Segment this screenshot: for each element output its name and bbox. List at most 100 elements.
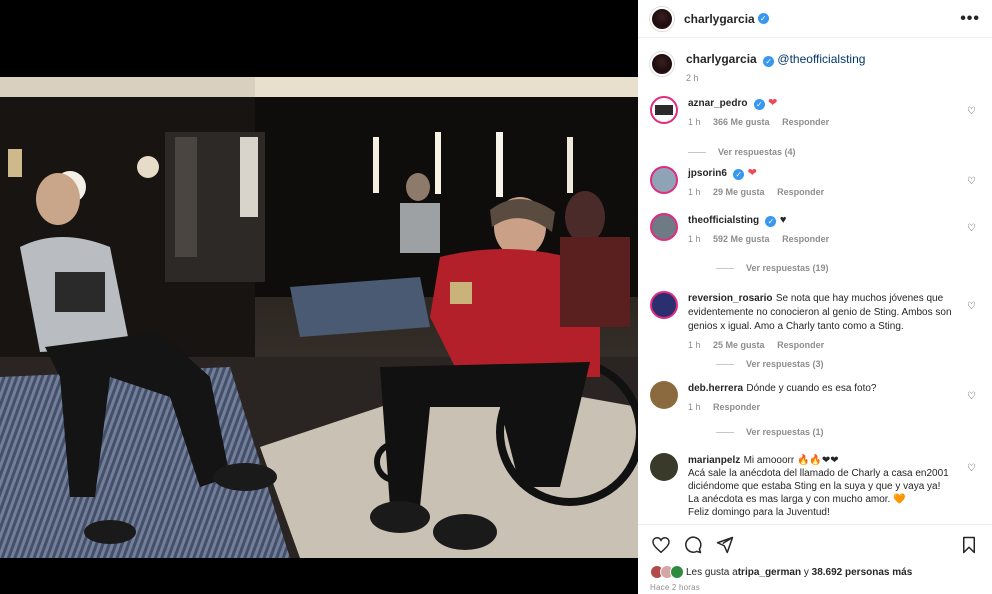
- reply-button[interactable]: Responder: [713, 402, 760, 412]
- post-header: charlygarcia ✓ •••: [638, 0, 992, 38]
- post-photo-illustration: [0, 77, 638, 558]
- comment-likes[interactable]: 29 Me gusta: [713, 187, 765, 197]
- commenter-avatar[interactable]: [650, 213, 678, 241]
- comment-text: ❤: [768, 97, 778, 109]
- view-replies-line: [716, 267, 734, 269]
- view-replies-label: Ver respuestas (1): [746, 427, 824, 437]
- caption-author-avatar[interactable]: [650, 52, 674, 76]
- comment-meta: 1 h 592 Me gusta Responder: [688, 233, 958, 246]
- view-replies-label: Ver respuestas (4): [718, 147, 796, 157]
- like-comment-icon[interactable]: ♡: [967, 301, 976, 312]
- comment-text-line: Acá sale la anécdota del llamado de Char…: [688, 468, 949, 492]
- caption-meta: 2 h: [686, 73, 865, 83]
- like-comment-icon[interactable]: ♡: [967, 391, 976, 402]
- comment-time[interactable]: 1 h: [688, 117, 701, 127]
- likes-summary: Les gusta a tripa_german y 38.692 person…: [650, 565, 980, 579]
- comment-username[interactable]: jpsorin6: [688, 168, 727, 179]
- commenter-avatar[interactable]: [650, 166, 678, 194]
- comment-likes[interactable]: 592 Me gusta: [713, 234, 770, 244]
- comment-username[interactable]: theofficialsting: [688, 215, 759, 226]
- comment-username[interactable]: reversion_rosario: [688, 293, 773, 304]
- reply-button[interactable]: Responder: [782, 234, 829, 244]
- post-photo[interactable]: [0, 77, 638, 558]
- view-replies-line: [716, 363, 734, 365]
- comment-body: jpsorin6 ✓ ❤ 1 h 29 Me gusta Responder: [688, 166, 958, 213]
- post-time-ago[interactable]: Hace 2 horas: [650, 583, 980, 592]
- post-media-area: [0, 0, 638, 594]
- like-comment-icon[interactable]: ♡: [967, 463, 976, 474]
- comment-item: deb.herrera Dónde y cuando es esa foto? …: [650, 381, 980, 421]
- view-replies-button[interactable]: Ver respuestas (4): [688, 138, 980, 166]
- like-comment-icon[interactable]: ♡: [967, 176, 976, 187]
- author-avatar[interactable]: [650, 6, 674, 31]
- liker-avatar: [670, 565, 684, 579]
- comment-item: jpsorin6 ✓ ❤ 1 h 29 Me gusta Responder ♡: [650, 166, 980, 213]
- like-heart-icon[interactable]: [650, 534, 672, 556]
- comment-time[interactable]: 1 h: [688, 187, 701, 197]
- comment-likes[interactable]: 25 Me gusta: [713, 340, 765, 350]
- author-username[interactable]: charlygarcia: [684, 12, 755, 26]
- view-replies-button[interactable]: Ver respuestas (3): [716, 353, 980, 375]
- comments-list[interactable]: charlygarcia ✓ @theofficialsting 2 h azn…: [638, 38, 992, 524]
- comment-body: aznar_pedro ✓ ❤ 1 h 366 Me gusta Respond…: [688, 96, 958, 138]
- verified-badge-icon: ✓: [733, 169, 745, 180]
- save-bookmark-icon[interactable]: [958, 534, 980, 556]
- comment-body: marianpelz Mi amooorr 🔥🔥❤❤ Acá sale la a…: [688, 453, 958, 524]
- caption-mention[interactable]: @theofficialsting: [777, 52, 865, 66]
- view-replies-button[interactable]: Ver respuestas (19): [716, 255, 980, 281]
- comment-meta: 1 h 29 Me gusta Responder: [688, 186, 958, 199]
- post-actions: Les gusta a tripa_german y 38.692 person…: [638, 524, 992, 594]
- likes-count[interactable]: 38.692 personas más: [812, 567, 913, 578]
- share-send-icon[interactable]: [714, 534, 736, 556]
- comment-item: aznar_pedro ✓ ❤ 1 h 366 Me gusta Respond…: [650, 96, 980, 138]
- likes-prefix: Les gusta a: [686, 566, 738, 578]
- verified-badge-icon: ✓: [765, 216, 777, 227]
- comment-likes[interactable]: 366 Me gusta: [713, 117, 770, 127]
- view-replies-button[interactable]: Ver respuestas (1): [716, 421, 980, 443]
- caption-body: charlygarcia ✓ @theofficialsting 2 h: [686, 52, 865, 86]
- comment-text-line: La anécdota es mas larga y con mucho amo…: [688, 494, 906, 505]
- view-replies-label: Ver respuestas (3): [746, 359, 824, 369]
- verified-badge-icon: ✓: [757, 13, 769, 24]
- comment-time[interactable]: 1 h: [688, 340, 701, 350]
- comment-username[interactable]: deb.herrera: [688, 383, 743, 394]
- post-sidebar: charlygarcia ✓ ••• charlygarcia ✓ @theof…: [638, 0, 992, 594]
- comment-body: theofficialsting ✓ ♥ 1 h 592 Me gusta Re…: [688, 213, 958, 255]
- comment-text: ♥: [779, 214, 787, 226]
- caption-username[interactable]: charlygarcia: [686, 52, 757, 66]
- action-row: [650, 533, 980, 557]
- comment-item: reversion_rosario Se nota que hay muchos…: [650, 291, 980, 353]
- commenter-avatar[interactable]: [650, 381, 678, 409]
- commenter-avatar[interactable]: [650, 453, 678, 481]
- comment-body: deb.herrera Dónde y cuando es esa foto? …: [688, 381, 958, 421]
- likes-middle: y: [801, 566, 812, 578]
- comment-username[interactable]: marianpelz: [688, 455, 740, 466]
- view-replies-label: Ver respuestas (19): [746, 263, 829, 273]
- caption-time[interactable]: 2 h: [686, 73, 699, 83]
- comment-meta: 1 h Responder: [688, 401, 958, 414]
- comment-meta: 1 h 25 Me gusta Responder: [688, 339, 958, 352]
- view-replies-line: [688, 151, 706, 153]
- comment-time[interactable]: 1 h: [688, 402, 701, 412]
- comment-time[interactable]: 1 h: [688, 234, 701, 244]
- comment-body: reversion_rosario Se nota que hay muchos…: [688, 291, 958, 353]
- likes-user[interactable]: tripa_german: [738, 567, 801, 578]
- comment-meta: 1 h 366 Me gusta Responder: [688, 116, 958, 129]
- commenter-avatar[interactable]: [650, 96, 678, 124]
- post-caption: charlygarcia ✓ @theofficialsting 2 h: [650, 38, 980, 86]
- like-comment-icon[interactable]: ♡: [967, 106, 976, 117]
- liker-avatars: [650, 565, 686, 579]
- comment-item: marianpelz Mi amooorr 🔥🔥❤❤ Acá sale la a…: [650, 453, 980, 524]
- reply-button[interactable]: Responder: [782, 117, 829, 127]
- verified-badge-icon: ✓: [763, 56, 775, 67]
- commenter-avatar[interactable]: [650, 291, 678, 319]
- reply-button[interactable]: Responder: [777, 187, 824, 197]
- comment-username[interactable]: aznar_pedro: [688, 98, 747, 109]
- comment-item: theofficialsting ✓ ♥ 1 h 592 Me gusta Re…: [650, 213, 980, 255]
- reply-button[interactable]: Responder: [777, 340, 824, 350]
- comment-bubble-icon[interactable]: [682, 534, 704, 556]
- more-options-icon[interactable]: •••: [960, 10, 980, 28]
- comment-text: Dónde y cuando es esa foto?: [746, 383, 877, 394]
- comment-text: ❤: [747, 167, 757, 179]
- like-comment-icon[interactable]: ♡: [967, 223, 976, 234]
